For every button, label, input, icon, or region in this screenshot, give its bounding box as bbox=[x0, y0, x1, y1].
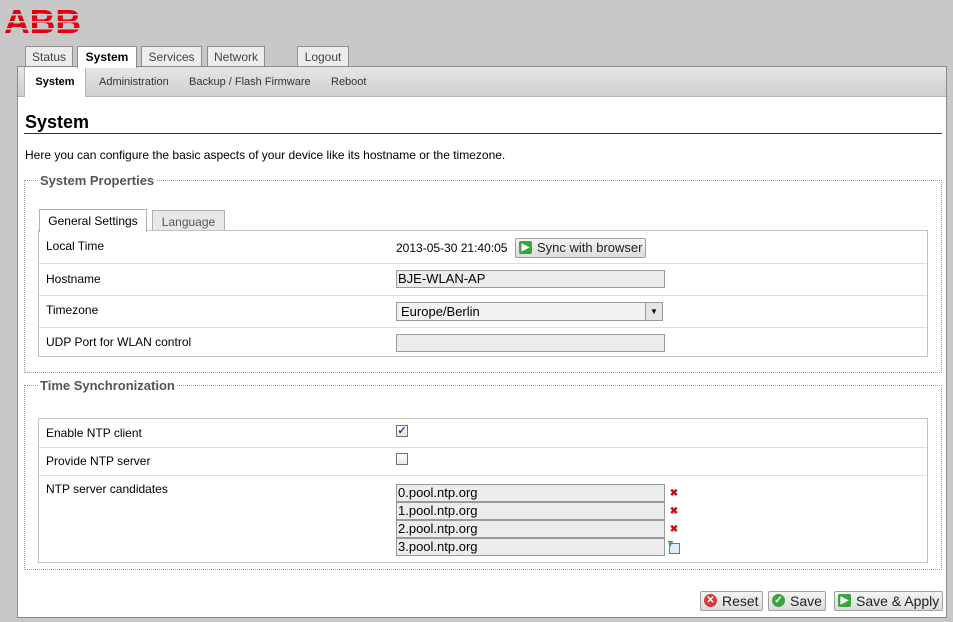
save-button-label: Save bbox=[790, 593, 822, 609]
abb-logo: ABB bbox=[4, 3, 82, 40]
udp-port-label: UDP Port for WLAN control bbox=[46, 335, 192, 349]
reset-icon: ✕ bbox=[704, 594, 717, 607]
time-sync-legend: Time Synchronization bbox=[40, 378, 175, 393]
hostname-label: Hostname bbox=[46, 272, 101, 286]
sub-tabs: System Administration Backup / Flash Fir… bbox=[18, 67, 946, 97]
system-properties-legend: System Properties bbox=[40, 173, 155, 188]
udp-port-row: UDP Port for WLAN control bbox=[39, 327, 927, 358]
tab-status[interactable]: Status bbox=[25, 46, 73, 66]
ntp-candidate-input[interactable]: 0.pool.ntp.org bbox=[396, 484, 665, 502]
tab-logout[interactable]: Logout bbox=[297, 46, 349, 66]
udp-port-input[interactable] bbox=[396, 334, 665, 352]
subtab-system[interactable]: System bbox=[24, 67, 86, 97]
hostname-row: Hostname BJE-WLAN-AP bbox=[39, 263, 927, 296]
timezone-value: Europe/Berlin bbox=[401, 304, 480, 319]
subtab-backup-flash-firmware[interactable]: Backup / Flash Firmware bbox=[179, 67, 321, 96]
sync-icon: ▶ bbox=[519, 241, 532, 254]
logo-text: ABB bbox=[4, 4, 81, 36]
local-time-row: Local Time 2013-05-30 21:40:05 ▶ Sync wi… bbox=[39, 231, 927, 264]
ntp-candidate-input[interactable]: 3.pool.ntp.org bbox=[396, 538, 665, 556]
timezone-label: Timezone bbox=[46, 303, 99, 317]
ntp-candidate-input[interactable]: 1.pool.ntp.org bbox=[396, 502, 665, 520]
ntp-candidates-label: NTP server candidates bbox=[46, 482, 168, 496]
tab-system[interactable]: System bbox=[77, 46, 137, 68]
chevron-down-icon[interactable]: ▼ bbox=[645, 303, 662, 320]
ntp-candidate-input[interactable]: 2.pool.ntp.org bbox=[396, 520, 665, 538]
tab-services[interactable]: Services bbox=[141, 46, 202, 66]
ntp-client-checkbox[interactable]: ✓ bbox=[396, 425, 408, 437]
reset-button[interactable]: ✕ Reset bbox=[700, 591, 763, 611]
sync-with-browser-button[interactable]: ▶ Sync with browser bbox=[515, 238, 647, 258]
hostname-input[interactable]: BJE-WLAN-AP bbox=[396, 270, 665, 288]
apply-icon: ▶ bbox=[838, 594, 851, 607]
save-apply-button-label: Save & Apply bbox=[856, 593, 940, 609]
local-time-label: Local Time bbox=[46, 239, 105, 253]
reset-button-label: Reset bbox=[722, 593, 759, 609]
time-sync-fieldset: Time Synchronization Enable NTP client ✓… bbox=[24, 378, 942, 570]
system-properties-fieldset: System Properties General Settings Langu… bbox=[24, 173, 942, 373]
tab-general-settings[interactable]: General Settings bbox=[39, 209, 147, 232]
save-button[interactable]: ✓ Save bbox=[768, 591, 826, 611]
sync-button-label: Sync with browser bbox=[537, 240, 643, 255]
tab-language[interactable]: Language bbox=[152, 210, 225, 231]
page-title: System bbox=[25, 112, 90, 132]
main-panel: System Administration Backup / Flash Fir… bbox=[17, 66, 947, 618]
local-time-value: 2013-05-30 21:40:05 bbox=[396, 241, 508, 255]
ntp-server-row: Provide NTP server bbox=[39, 447, 927, 476]
general-settings-box: Local Time 2013-05-30 21:40:05 ▶ Sync wi… bbox=[38, 230, 928, 357]
ntp-candidates-row: NTP server candidates 0.pool.ntp.org ✖ 1… bbox=[39, 475, 927, 564]
remove-icon[interactable]: ✖ bbox=[669, 489, 679, 499]
time-sync-box: Enable NTP client ✓ Provide NTP server N… bbox=[38, 418, 928, 563]
save-apply-button[interactable]: ▶ Save & Apply bbox=[834, 591, 944, 611]
page-description: Here you can configure the basic aspects… bbox=[25, 148, 506, 162]
ntp-server-label: Provide NTP server bbox=[46, 454, 151, 468]
ntp-client-row: Enable NTP client ✓ bbox=[39, 419, 927, 448]
remove-icon[interactable]: ✖ bbox=[669, 507, 679, 517]
add-entry-icon[interactable] bbox=[668, 541, 681, 554]
checkmark-icon: ✓ bbox=[772, 594, 785, 607]
timezone-select[interactable]: Europe/Berlin ▼ bbox=[396, 302, 663, 321]
subtab-administration[interactable]: Administration bbox=[89, 67, 179, 96]
subtab-reboot[interactable]: Reboot bbox=[321, 67, 376, 96]
remove-icon[interactable]: ✖ bbox=[669, 525, 679, 535]
title-divider bbox=[24, 133, 942, 134]
tab-network[interactable]: Network bbox=[207, 46, 265, 66]
ntp-client-label: Enable NTP client bbox=[46, 426, 142, 440]
timezone-row: Timezone Europe/Berlin ▼ bbox=[39, 295, 927, 328]
ntp-server-checkbox[interactable] bbox=[396, 453, 408, 465]
